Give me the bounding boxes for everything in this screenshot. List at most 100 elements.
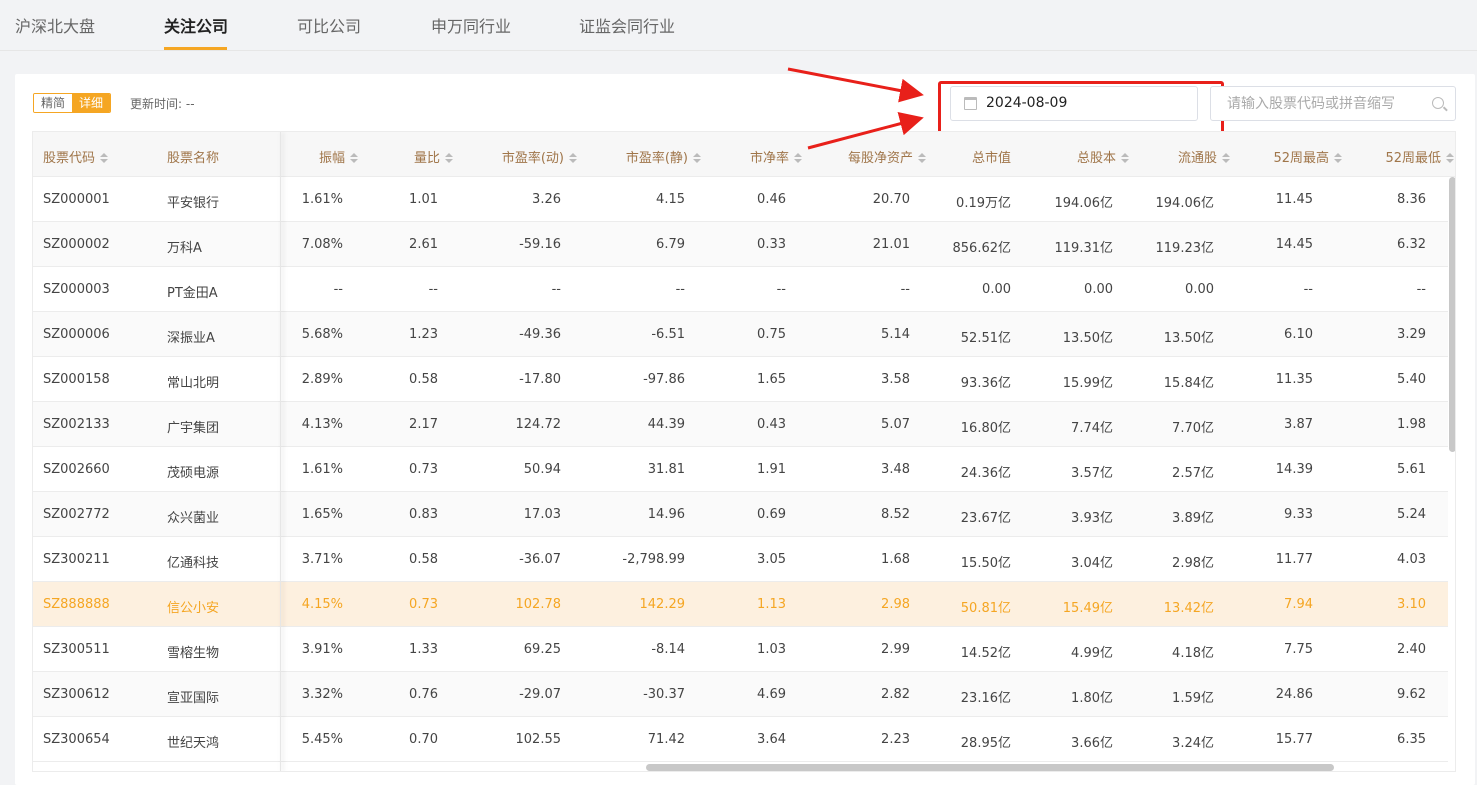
cell-amplitude: 2.89%: [301, 372, 343, 387]
mode-detail-button[interactable]: 详细: [72, 94, 111, 112]
col-header-float-shares[interactable]: 流通股: [1178, 147, 1230, 166]
cell-stock-code: SZ300654: [43, 732, 110, 747]
cell-total-shares: 0.00: [1084, 282, 1113, 297]
cell-volume-ratio: 0.70: [409, 732, 438, 747]
cell-amplitude: --: [333, 282, 343, 297]
cell-total-shares: 119.31亿: [1054, 241, 1114, 256]
cell-float-shares: 7.70亿: [1172, 421, 1214, 436]
cell-stock-code: SZ888888: [43, 597, 110, 612]
tab-sw-industry[interactable]: 申万同行业: [431, 13, 511, 37]
cell-market-cap: 24.36亿: [960, 466, 1011, 481]
cell-market-cap: 856.62亿: [952, 241, 1012, 256]
sort-icon[interactable]: [693, 153, 701, 164]
cell-52w-low: 3.10: [1397, 597, 1426, 612]
col-header-label: 振幅: [318, 151, 345, 166]
cell-52w-high: 14.45: [1275, 237, 1313, 252]
table-header: 股票代码 股票名称 振幅 量比 市盈率(动) 市盈率(静) 市净率 每股净资产 总市值 总股本 流通…: [33, 132, 1455, 177]
cell-pe-static: -97.86: [643, 372, 685, 387]
date-picker[interactable]: 2024-08-09: [950, 86, 1198, 121]
cell-market-cap: 52.51亿: [960, 331, 1011, 346]
col-header-label: 股票名称: [167, 151, 220, 166]
cell-52w-high: 7.75: [1284, 642, 1313, 657]
stock-search: [1210, 86, 1456, 121]
vertical-scrollbar[interactable]: [1449, 177, 1455, 452]
cell-float-shares: 3.89亿: [1172, 511, 1214, 526]
sort-icon[interactable]: [445, 153, 453, 164]
col-header-52w-low[interactable]: 52周最低: [1385, 147, 1454, 166]
table-row[interactable]: SZ002133 广宇集团 4.13% 2.17 124.72 44.39 0.43 5.07…: [33, 402, 1455, 447]
cell-stock-name: 信公小安: [167, 601, 220, 616]
col-header-label: 52周最高: [1273, 151, 1329, 166]
cell-pe-dynamic: -49.36: [519, 327, 561, 342]
cell-amplitude: 1.61%: [301, 462, 343, 477]
col-header-52w-high[interactable]: 52周最高: [1273, 147, 1342, 166]
cell-pb-ratio: 1.91: [757, 462, 786, 477]
table-row[interactable]: SZ000001 平安银行 1.61% 1.01 3.26 4.15 0.46 20.70 0.…: [33, 177, 1455, 222]
col-header-label: 总股本: [1076, 151, 1116, 166]
mode-simple-button[interactable]: 精简: [34, 94, 73, 112]
tab-followed-companies[interactable]: 关注公司: [164, 13, 228, 37]
sort-icon[interactable]: [1334, 153, 1342, 164]
cell-52w-low: 4.03: [1397, 552, 1426, 567]
cell-amplitude: 1.61%: [301, 192, 343, 207]
cell-52w-low: 5.61: [1397, 462, 1426, 477]
sort-icon[interactable]: [1222, 153, 1230, 164]
cell-pe-static: 71.42: [647, 732, 685, 747]
table-row[interactable]: SZ000158 常山北明 2.89% 0.58 -17.80 -97.86 1.65 3.5…: [33, 357, 1455, 402]
table-row[interactable]: SZ300511 雪榕生物 3.91% 1.33 69.25 -8.14 1.03 2.99 1…: [33, 627, 1455, 672]
cell-pe-static: 14.96: [647, 507, 685, 522]
cell-52w-high: 6.10: [1284, 327, 1313, 342]
cell-52w-low: 8.36: [1397, 192, 1426, 207]
stock-search-input[interactable]: [1227, 94, 1427, 114]
sort-icon[interactable]: [1446, 153, 1454, 164]
cell-float-shares: 2.57亿: [1172, 466, 1214, 481]
col-header-pb-ratio[interactable]: 市净率: [750, 147, 802, 166]
cell-52w-high: 14.39: [1275, 462, 1313, 477]
table-row[interactable]: SZ300612 宣亚国际 3.32% 0.76 -29.07 -30.37 4.69 2.8…: [33, 672, 1455, 717]
sort-icon[interactable]: [100, 153, 109, 164]
cell-market-cap: 50.81亿: [960, 601, 1011, 616]
sort-icon[interactable]: [918, 153, 926, 164]
col-header-amplitude[interactable]: 振幅: [319, 147, 358, 166]
cell-volume-ratio: 2.17: [409, 417, 438, 432]
cell-pe-dynamic: -59.16: [519, 237, 561, 252]
col-header-label: 市盈率(动): [501, 151, 564, 166]
tab-market-overview[interactable]: 沪深北大盘: [15, 13, 95, 37]
table-row[interactable]: SZ002660 茂硕电源 1.61% 0.73 50.94 31.81 1.91 3.48 2…: [33, 447, 1455, 492]
sort-icon[interactable]: [794, 153, 802, 164]
table-row[interactable]: SZ000006 深振业A 5.68% 1.23 -49.36 -6.51 0.75 5.14…: [33, 312, 1455, 357]
cell-pe-dynamic: 124.72: [515, 417, 562, 432]
table-row[interactable]: SZ002772 众兴菌业 1.65% 0.83 17.03 14.96 0.69 8.52 2…: [33, 492, 1455, 537]
cell-bvps: 8.52: [881, 507, 910, 522]
col-header-total-shares[interactable]: 总股本: [1077, 147, 1129, 166]
cell-stock-name: 茂硕电源: [167, 466, 220, 481]
sort-icon[interactable]: [1121, 153, 1129, 164]
cell-amplitude: 3.71%: [301, 552, 343, 567]
cell-market-cap: 23.16亿: [960, 691, 1011, 706]
col-header-pe-static[interactable]: 市盈率(静): [626, 147, 701, 166]
cell-pb-ratio: 0.33: [757, 237, 786, 252]
col-header-label: 流通股: [1177, 151, 1217, 166]
tab-csrc-industry[interactable]: 证监会同行业: [579, 13, 675, 37]
col-header-pe-dynamic[interactable]: 市盈率(动): [502, 147, 577, 166]
stock-table: 股票代码 股票名称 振幅 量比 市盈率(动) 市盈率(静) 市净率 每股净资产 总市值 总股本 流通…: [32, 131, 1456, 772]
sort-icon[interactable]: [569, 153, 577, 164]
sort-icon[interactable]: [350, 153, 358, 164]
search-icon[interactable]: [1432, 97, 1444, 109]
cell-pe-static: 142.29: [639, 597, 686, 612]
cell-stock-code: SZ002660: [43, 462, 110, 477]
col-header-bvps[interactable]: 每股净资产: [848, 147, 926, 166]
table-row[interactable]: SZ888888 信公小安 4.15% 0.73 102.78 142.29 1.13 2.9…: [33, 582, 1455, 627]
cell-volume-ratio: 1.33: [409, 642, 438, 657]
col-header-label: 52周最低: [1385, 151, 1441, 166]
horizontal-scrollbar[interactable]: [646, 764, 1334, 771]
col-header-volume-ratio[interactable]: 量比: [414, 147, 453, 166]
tab-comparable-companies[interactable]: 可比公司: [297, 13, 361, 37]
table-row[interactable]: SZ000003 PT金田A -- -- -- -- -- -- 0.00 0.00 0.00 -- -…: [33, 267, 1455, 312]
table-row[interactable]: SZ000002 万科A 7.08% 2.61 -59.16 6.79 0.33 21.01 8…: [33, 222, 1455, 267]
table-row[interactable]: SZ300211 亿通科技 3.71% 0.58 -36.07 -2,798.99 3.05…: [33, 537, 1455, 582]
cell-market-cap: 0.00: [982, 282, 1011, 297]
cell-52w-low: 9.62: [1397, 687, 1426, 702]
table-row[interactable]: SZ300654 世纪天鸿 5.45% 0.70 102.55 71.42 3.64 2.23…: [33, 717, 1455, 762]
col-header-stock-code[interactable]: 股票代码: [43, 147, 109, 166]
